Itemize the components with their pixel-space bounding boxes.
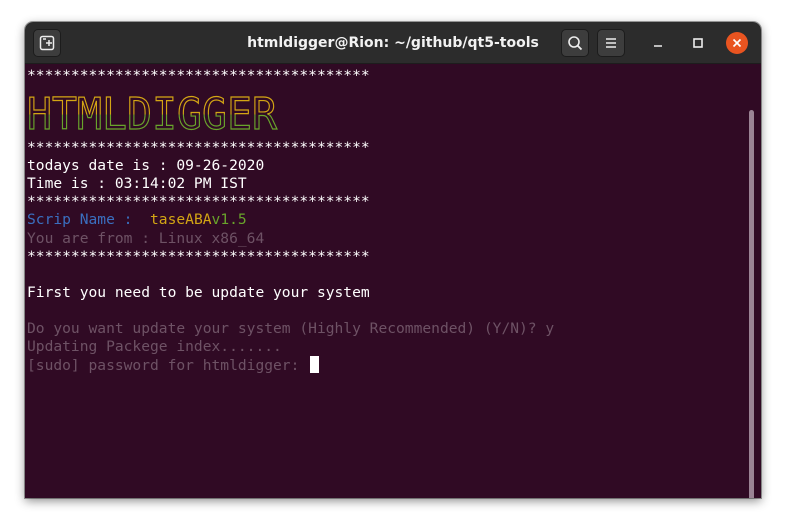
updating-line: Updating Packege index.......	[27, 338, 282, 356]
script-name-label: Scrip Name :	[27, 211, 151, 229]
menu-button[interactable]	[597, 29, 625, 57]
close-button[interactable]	[726, 32, 748, 54]
text-cursor	[310, 356, 320, 374]
date-line: todays date is : 09-26-2020	[27, 157, 265, 175]
separator-line: ***************************************	[27, 193, 370, 211]
maximize-button[interactable]	[689, 34, 707, 52]
update-prompt: Do you want update your system (Highly R…	[27, 320, 555, 338]
maximize-icon	[693, 38, 703, 48]
search-button[interactable]	[561, 29, 589, 57]
banner-text: HTMLDIGGER	[27, 91, 277, 133]
sudo-line: [sudo] password for htmldigger:	[27, 356, 554, 374]
script-name-value: taseABA	[150, 211, 212, 229]
time-line: Time is : 03:14:02 PM IST	[27, 175, 247, 193]
hamburger-menu-icon	[606, 38, 616, 48]
sudo-prompt: [sudo] password for htmldigger:	[27, 357, 309, 375]
separator-line: ***************************************	[27, 247, 370, 265]
ascii-banner-logo: HTMLDIGGER	[27, 91, 278, 133]
os-line: You are from : Linux x86_64	[27, 229, 265, 247]
terminal-window: htmldigger@Rion: ~/github/qt5-tools ****…	[25, 22, 761, 498]
update-notice: First you need to be update your system	[27, 283, 370, 301]
terminal-area[interactable]: *************************************** *…	[25, 64, 761, 498]
search-icon	[568, 36, 583, 51]
scrollbar[interactable]	[749, 110, 754, 498]
separator-line: ***************************************	[27, 139, 370, 157]
script-version: v1.5	[211, 211, 247, 229]
script-name-line: Scrip Name : taseABAv1.5	[27, 211, 554, 229]
minimize-button[interactable]	[649, 34, 667, 52]
title-bar: htmldigger@Rion: ~/github/qt5-tools	[25, 22, 761, 64]
close-icon	[732, 38, 742, 48]
separator-line: ***************************************	[27, 67, 370, 84]
